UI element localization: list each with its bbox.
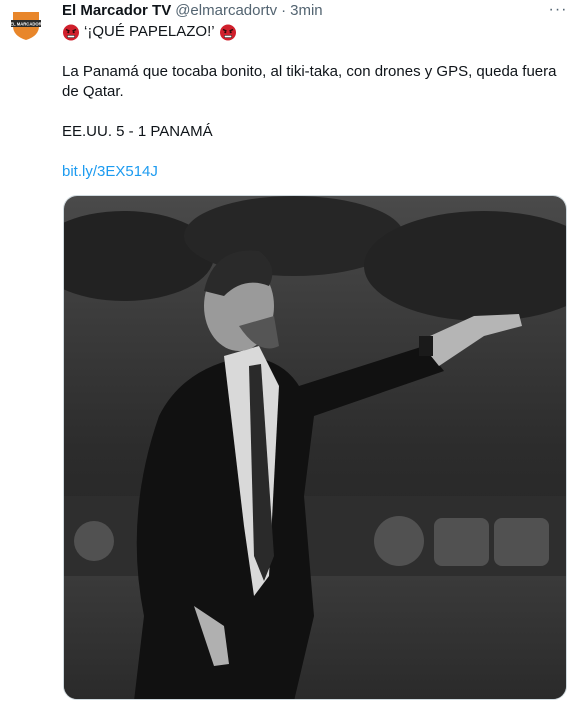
tweet-paragraph: La Panamá que tocaba bonito, al tiki-tak… [62, 63, 557, 100]
tweet-title-line: ‘¡QUÉ PAPELAZO!’ [62, 22, 562, 42]
display-name[interactable]: El Marcador TV [62, 2, 171, 20]
tweet-link[interactable]: bit.ly/3EX514J [62, 162, 562, 182]
marcador-logo-icon: EL MARCADOR [10, 12, 42, 40]
tweet-title: ‘¡QUÉ PAPELAZO!’ [84, 23, 215, 40]
angry-face-emoji-icon [63, 24, 79, 41]
more-options-icon[interactable]: ··· [548, 0, 568, 20]
tweet-header: El Marcador TV @elmarcadortv · 3min [62, 2, 323, 20]
avatar[interactable]: EL MARCADOR [8, 6, 44, 42]
timestamp[interactable]: 3min [290, 2, 323, 20]
separator: · [281, 2, 287, 19]
tweet[interactable]: EL MARCADOR El Marcador TV @elmarcadortv… [0, 0, 573, 705]
angry-face-emoji-icon [219, 24, 236, 41]
tweet-photo[interactable] [63, 195, 567, 700]
coach-photo-image [64, 196, 566, 699]
tweet-score: EE.UU. 5 - 1 PANAMÁ [62, 123, 213, 140]
logo-text: EL MARCADOR [10, 22, 41, 27]
user-handle[interactable]: @elmarcadortv [175, 2, 277, 20]
